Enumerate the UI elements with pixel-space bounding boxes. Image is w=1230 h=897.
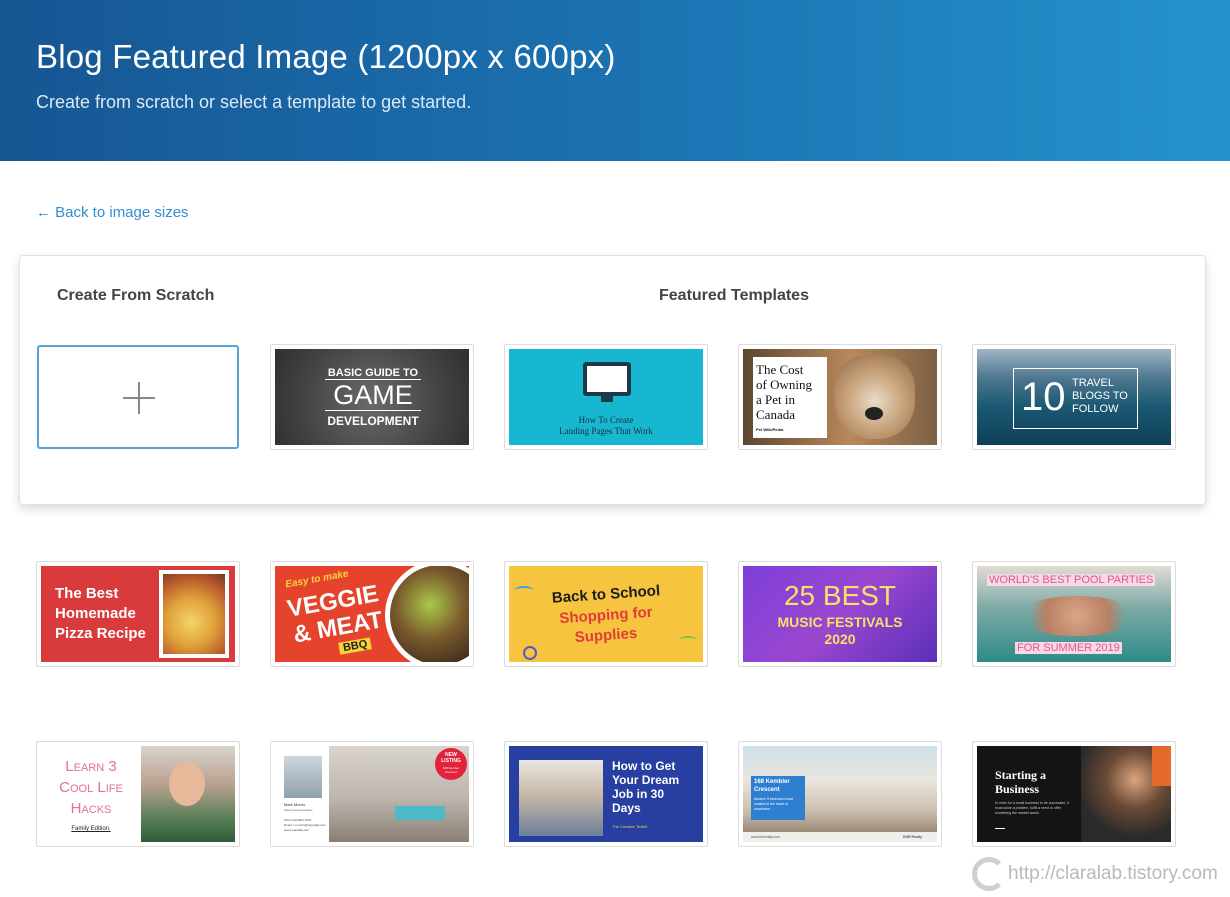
- template-text: Landing Pages That Work: [559, 426, 653, 436]
- woman-face: [169, 762, 205, 806]
- template-text: Pizza Recipe: [55, 625, 146, 642]
- watermark-text: http://claralab.tistory.com: [1008, 863, 1218, 884]
- template-thumbnail: WORLD'S BEST POOL PARTIES FOR SUMMER 201…: [977, 566, 1171, 662]
- template-card-landing-pages[interactable]: How To Create Landing Pages That Work: [504, 344, 708, 450]
- pizza-photo: [159, 570, 229, 658]
- template-text: MUSIC FESTIVALS: [777, 614, 903, 630]
- pool-people-photo: [1017, 596, 1137, 636]
- template-text: LISTING: [441, 758, 461, 764]
- template-card-veggie-bbq[interactable]: Easy to make VEGGIE & MEAT BBQ: [270, 561, 474, 667]
- bbq-photo: [385, 566, 469, 662]
- page-header: Blog Featured Image (1200px x 600px) Cre…: [0, 0, 1230, 161]
- template-card-back-to-school[interactable]: Back to School Shopping for Supplies: [504, 561, 708, 667]
- template-card-starting-business[interactable]: Starting a Business In order for a small…: [972, 741, 1176, 847]
- template-text: How to Get: [612, 759, 676, 773]
- template-text: 2020: [824, 631, 856, 647]
- template-text: Cool Life: [59, 779, 123, 796]
- divider-line: [995, 828, 1005, 829]
- template-thumbnail: Learn 3 Cool Life Hacks Family Edition.: [41, 746, 235, 842]
- monitor-stand: [601, 396, 613, 402]
- template-thumbnail: Starting a Business In order for a small…: [977, 746, 1171, 842]
- template-text: Hacks: [70, 800, 112, 817]
- template-text: Learn 3: [65, 758, 117, 775]
- window-light: [1152, 746, 1171, 786]
- template-text: The Best: [55, 585, 119, 602]
- template-text: of Owning: [756, 377, 812, 392]
- page-subtitle: Create from scratch or select a template…: [36, 92, 472, 112]
- page-title: Blog Featured Image (1200px x 600px): [36, 38, 616, 75]
- template-thumbnail: How to Get Your Dream Job in 30 Days The…: [509, 746, 703, 842]
- template-text: www.khrrealty.com: [751, 835, 781, 839]
- template-text: FOLLOW: [1072, 403, 1119, 415]
- template-text: Your Dream: [612, 773, 680, 787]
- template-text: 168 Kembler: [754, 779, 790, 785]
- plus-icon: [123, 382, 155, 414]
- template-card-travel-blogs[interactable]: 10 TRAVEL BLOGS TO FOLLOW: [972, 344, 1176, 450]
- create-from-scratch-button[interactable]: [37, 345, 239, 449]
- template-text: Business: [995, 782, 1040, 796]
- template-thumbnail: NEW LISTING 168 Kember Crescent Mark Mor…: [275, 746, 469, 842]
- template-card-game-development[interactable]: BASIC GUIDE TO GAME DEVELOPMENT: [270, 344, 474, 450]
- template-card-new-listing[interactable]: NEW LISTING 168 Kember Crescent Mark Mor…: [270, 741, 474, 847]
- template-thumbnail: How To Create Landing Pages That Work: [509, 349, 703, 445]
- template-text: TRAVEL: [1072, 377, 1114, 389]
- template-thumbnail: Back to School Shopping for Supplies: [509, 566, 703, 662]
- bed-accent: [395, 806, 445, 820]
- template-text: 168 Kember Crescent: [442, 766, 460, 774]
- agent-photo: [284, 756, 322, 798]
- template-thumbnail: 168 Kembler Crescent Modern 3 bedroom ho…: [743, 746, 937, 842]
- template-text: Family Edition.: [71, 826, 111, 832]
- template-text: Mark Morris: [284, 802, 306, 807]
- featured-templates-title: Featured Templates: [659, 287, 809, 304]
- template-text: Canada: [756, 407, 795, 422]
- template-text: The Creative Toolkit: [612, 824, 648, 829]
- watermark-logo-icon: [972, 857, 1006, 891]
- template-text: Homemade: [55, 605, 136, 622]
- template-thumbnail: BASIC GUIDE TO GAME DEVELOPMENT: [275, 349, 469, 445]
- watermark: http://claralab.tistory.com: [972, 856, 1218, 892]
- template-thumbnail: Easy to make VEGGIE & MEAT BBQ: [275, 566, 469, 662]
- template-text: KHR Realty: [903, 835, 923, 839]
- template-card-pool-parties[interactable]: WORLD'S BEST POOL PARTIES FOR SUMMER 201…: [972, 561, 1176, 667]
- create-from-scratch-title: Create From Scratch: [57, 287, 215, 304]
- back-to-image-sizes-link[interactable]: ← Back to image sizes: [36, 204, 189, 221]
- template-card-kembler-crescent[interactable]: 168 Kembler Crescent Modern 3 bedroom ho…: [738, 741, 942, 847]
- template-text: Job in 30: [612, 787, 665, 801]
- template-text: The Cost: [756, 362, 804, 377]
- template-text: BASIC GUIDE TO: [327, 367, 419, 379]
- template-card-pet-cost[interactable]: The Cost of Owning a Pet in Canada Pet W…: [738, 344, 942, 450]
- template-card-pizza-recipe[interactable]: The Best Homemade Pizza Recipe: [36, 561, 240, 667]
- template-text: Starting a: [995, 768, 1046, 782]
- template-text: 10: [1021, 375, 1066, 419]
- template-text: WORLD'S BEST POOL PARTIES: [987, 574, 1156, 586]
- template-text: In order for a small business to be succ…: [995, 801, 1069, 815]
- dog-photo: [835, 355, 915, 439]
- template-text: a Pet in: [756, 392, 795, 407]
- template-card-life-hacks[interactable]: Learn 3 Cool Life Hacks Family Edition.: [36, 741, 240, 847]
- template-thumbnail: The Best Homemade Pizza Recipe: [41, 566, 235, 662]
- students-photo: [519, 760, 603, 836]
- template-text: GAME: [325, 379, 421, 411]
- template-text: www.reprealty.com: [284, 828, 310, 832]
- template-text: Crescent: [754, 787, 780, 793]
- monitor-icon: [583, 362, 631, 396]
- template-text: Email: m.morris@reprealty.com: [284, 823, 326, 827]
- template-text: DEVELOPMENT: [327, 414, 419, 428]
- dog-nose: [865, 407, 883, 420]
- template-text: 25 BEST: [783, 580, 897, 611]
- template-thumbnail: 25 BEST MUSIC FESTIVALS 2020: [743, 566, 937, 662]
- template-card-dream-job[interactable]: How to Get Your Dream Job in 30 Days The…: [504, 741, 708, 847]
- template-text: Pet Wiki/Pedia: [756, 427, 784, 432]
- template-card-music-festivals[interactable]: 25 BEST MUSIC FESTIVALS 2020: [738, 561, 942, 667]
- template-text: Modern 3 bedroom home located in the hea…: [754, 797, 794, 811]
- template-text: How To Create: [578, 415, 634, 425]
- template-text: FOR SUMMER 2019: [1015, 642, 1122, 654]
- template-text: BLOGS TO: [1072, 390, 1128, 402]
- template-thumbnail: The Cost of Owning a Pet in Canada Pet W…: [743, 349, 937, 445]
- template-text: Days: [612, 801, 641, 815]
- template-text: Sales Representative: [284, 808, 313, 812]
- template-thumbnail: 10 TRAVEL BLOGS TO FOLLOW: [977, 349, 1171, 445]
- template-text: Phone:(0)4964-9797: [284, 818, 312, 822]
